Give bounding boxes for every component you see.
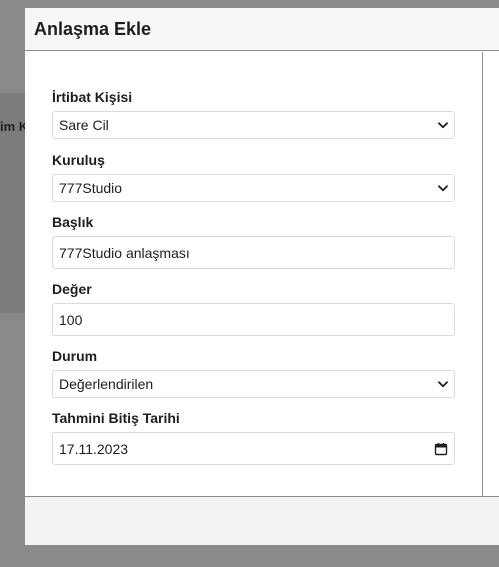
modal-scroll-gutter	[483, 52, 499, 496]
status-select[interactable]: Değerlendirilen	[52, 370, 455, 398]
organization-field: Kuruluş 777Studio	[52, 152, 455, 202]
modal-body: İrtibat Kişisi Sare Cil Kuruluş 777Studi…	[25, 52, 483, 496]
modal-title: Anlaşma Ekle	[34, 18, 152, 39]
contact-person-field: İrtibat Kişisi Sare Cil	[52, 89, 455, 139]
title-input[interactable]: 777Studio anlaşması	[52, 236, 455, 269]
status-value: Değerlendirilen	[59, 376, 154, 392]
value-field: Değer 100	[52, 281, 455, 336]
modal-header: Anlaşma Ekle	[25, 8, 499, 51]
estimated-end-date-input[interactable]: 17.11.2023	[52, 432, 455, 465]
organization-label: Kuruluş	[52, 152, 105, 168]
chevron-down-icon	[438, 120, 448, 130]
calendar-icon[interactable]	[434, 442, 448, 456]
title-value: 777Studio anlaşması	[59, 244, 190, 261]
value-value: 100	[59, 311, 83, 328]
add-deal-modal: Anlaşma Ekle İrtibat Kişisi Sare Cil Kur…	[25, 8, 499, 545]
title-field: Başlık 777Studio anlaşması	[52, 214, 455, 269]
status-label: Durum	[52, 348, 98, 364]
estimated-end-date-label: Tahmini Bitiş Tarihi	[52, 410, 180, 426]
estimated-end-date-field: Tahmini Bitiş Tarihi 17.11.2023	[52, 410, 455, 465]
modal-footer	[25, 496, 499, 545]
value-label: Değer	[52, 281, 92, 297]
contact-person-select[interactable]: Sare Cil	[52, 111, 455, 139]
title-label: Başlık	[52, 214, 94, 230]
organization-select[interactable]: 777Studio	[52, 174, 455, 202]
estimated-end-date-value: 17.11.2023	[59, 440, 129, 457]
organization-value: 777Studio	[59, 180, 123, 196]
chevron-down-icon	[438, 379, 448, 389]
contact-person-label: İrtibat Kişisi	[52, 89, 133, 105]
contact-person-value: Sare Cil	[59, 117, 109, 133]
chevron-down-icon	[438, 183, 448, 193]
value-input[interactable]: 100	[52, 303, 455, 336]
background-partial-text: im K	[0, 119, 29, 134]
status-field: Durum Değerlendirilen	[52, 348, 455, 398]
